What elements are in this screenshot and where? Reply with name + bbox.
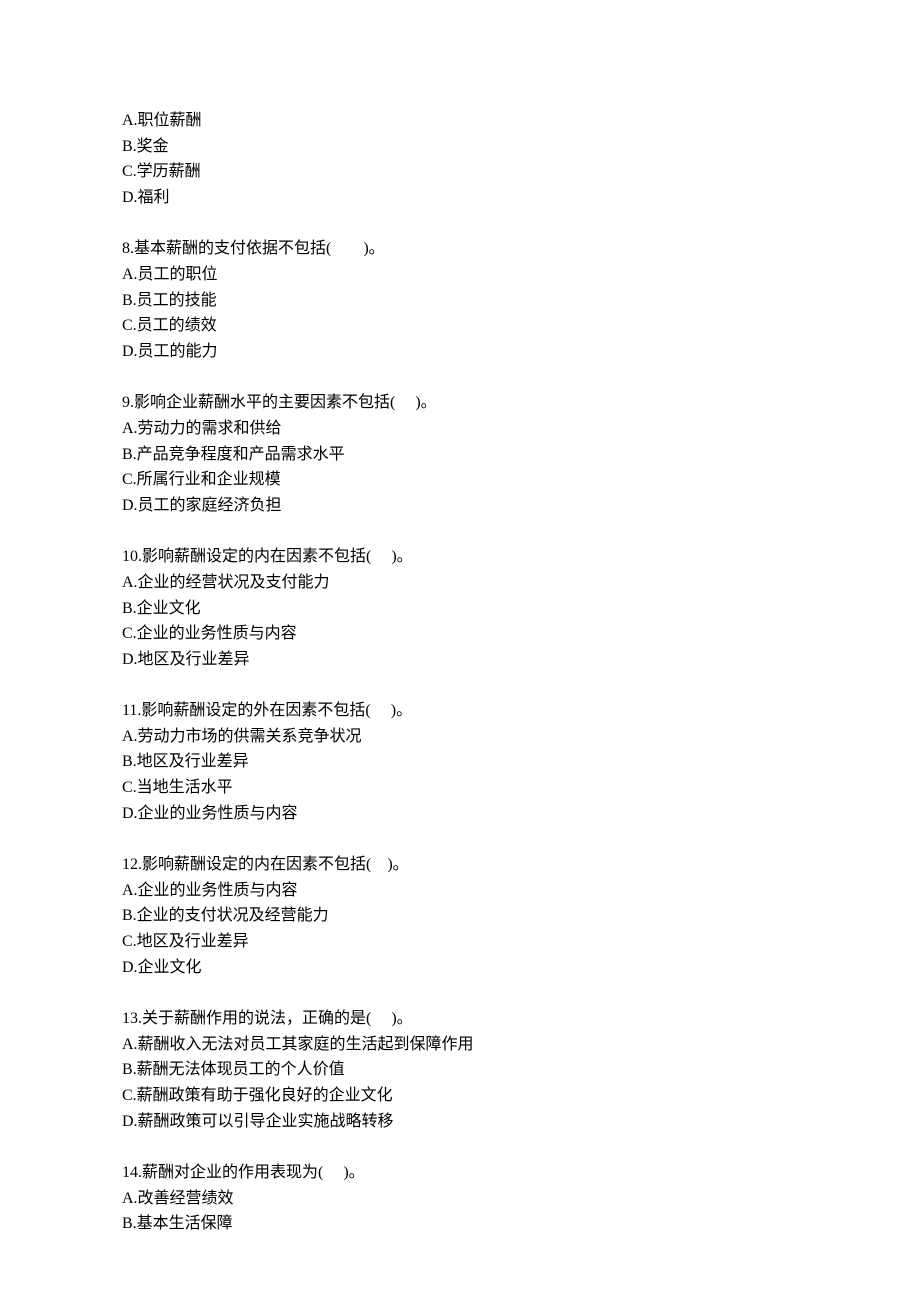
option-a: A.员工的职位 (122, 262, 920, 288)
question-8: 8.基本薪酬的支付依据不包括( )。 A.员工的职位 B.员工的技能 C.员工的… (122, 236, 920, 364)
question-9: 9.影响企业薪酬水平的主要因素不包括( )。 A.劳动力的需求和供给 B.产品竞… (122, 390, 920, 518)
option-c: C.地区及行业差异 (122, 929, 920, 955)
option-d: D.福利 (122, 185, 920, 211)
question-stem: 9.影响企业薪酬水平的主要因素不包括( )。 (122, 390, 920, 416)
option-c: C.当地生活水平 (122, 775, 920, 801)
option-b: B.产品竞争程度和产品需求水平 (122, 442, 920, 468)
option-b: B.基本生活保障 (122, 1211, 920, 1237)
option-c: C.所属行业和企业规模 (122, 467, 920, 493)
question-stem: 12.影响薪酬设定的内在因素不包括( )。 (122, 852, 920, 878)
option-a: A.劳动力的需求和供给 (122, 416, 920, 442)
question-14-partial: 14.薪酬对企业的作用表现为( )。 A.改善经营绩效 B.基本生活保障 (122, 1160, 920, 1237)
option-b: B.薪酬无法体现员工的个人价值 (122, 1057, 920, 1083)
option-c: C.薪酬政策有助于强化良好的企业文化 (122, 1083, 920, 1109)
option-a: A.劳动力市场的供需关系竞争状况 (122, 724, 920, 750)
option-a: A.职位薪酬 (122, 108, 920, 134)
option-b: B.企业文化 (122, 596, 920, 622)
question-stem: 14.薪酬对企业的作用表现为( )。 (122, 1160, 920, 1186)
option-b: B.奖金 (122, 134, 920, 160)
option-a: A.企业的业务性质与内容 (122, 878, 920, 904)
option-b: B.员工的技能 (122, 288, 920, 314)
question-11: 11.影响薪酬设定的外在因素不包括( )。 A.劳动力市场的供需关系竞争状况 B… (122, 698, 920, 826)
question-stem: 13.关于薪酬作用的说法，正确的是( )。 (122, 1006, 920, 1032)
option-d: D.企业文化 (122, 955, 920, 981)
option-d: D.员工的家庭经济负担 (122, 493, 920, 519)
option-a: A.薪酬收入无法对员工其家庭的生活起到保障作用 (122, 1032, 920, 1058)
option-b: B.地区及行业差异 (122, 749, 920, 775)
option-c: C.企业的业务性质与内容 (122, 621, 920, 647)
option-b: B.企业的支付状况及经营能力 (122, 903, 920, 929)
question-stem: 11.影响薪酬设定的外在因素不包括( )。 (122, 698, 920, 724)
option-c: C.员工的绩效 (122, 313, 920, 339)
option-a: A.改善经营绩效 (122, 1186, 920, 1212)
partial-options-top: A.职位薪酬 B.奖金 C.学历薪酬 D.福利 (122, 108, 920, 210)
option-d: D.员工的能力 (122, 339, 920, 365)
option-d: D.地区及行业差异 (122, 647, 920, 673)
question-stem: 10.影响薪酬设定的内在因素不包括( )。 (122, 544, 920, 570)
option-d: D.薪酬政策可以引导企业实施战略转移 (122, 1109, 920, 1135)
question-12: 12.影响薪酬设定的内在因素不包括( )。 A.企业的业务性质与内容 B.企业的… (122, 852, 920, 980)
question-13: 13.关于薪酬作用的说法，正确的是( )。 A.薪酬收入无法对员工其家庭的生活起… (122, 1006, 920, 1134)
option-a: A.企业的经营状况及支付能力 (122, 570, 920, 596)
question-stem: 8.基本薪酬的支付依据不包括( )。 (122, 236, 920, 262)
option-c: C.学历薪酬 (122, 159, 920, 185)
question-10: 10.影响薪酬设定的内在因素不包括( )。 A.企业的经营状况及支付能力 B.企… (122, 544, 920, 672)
option-d: D.企业的业务性质与内容 (122, 801, 920, 827)
